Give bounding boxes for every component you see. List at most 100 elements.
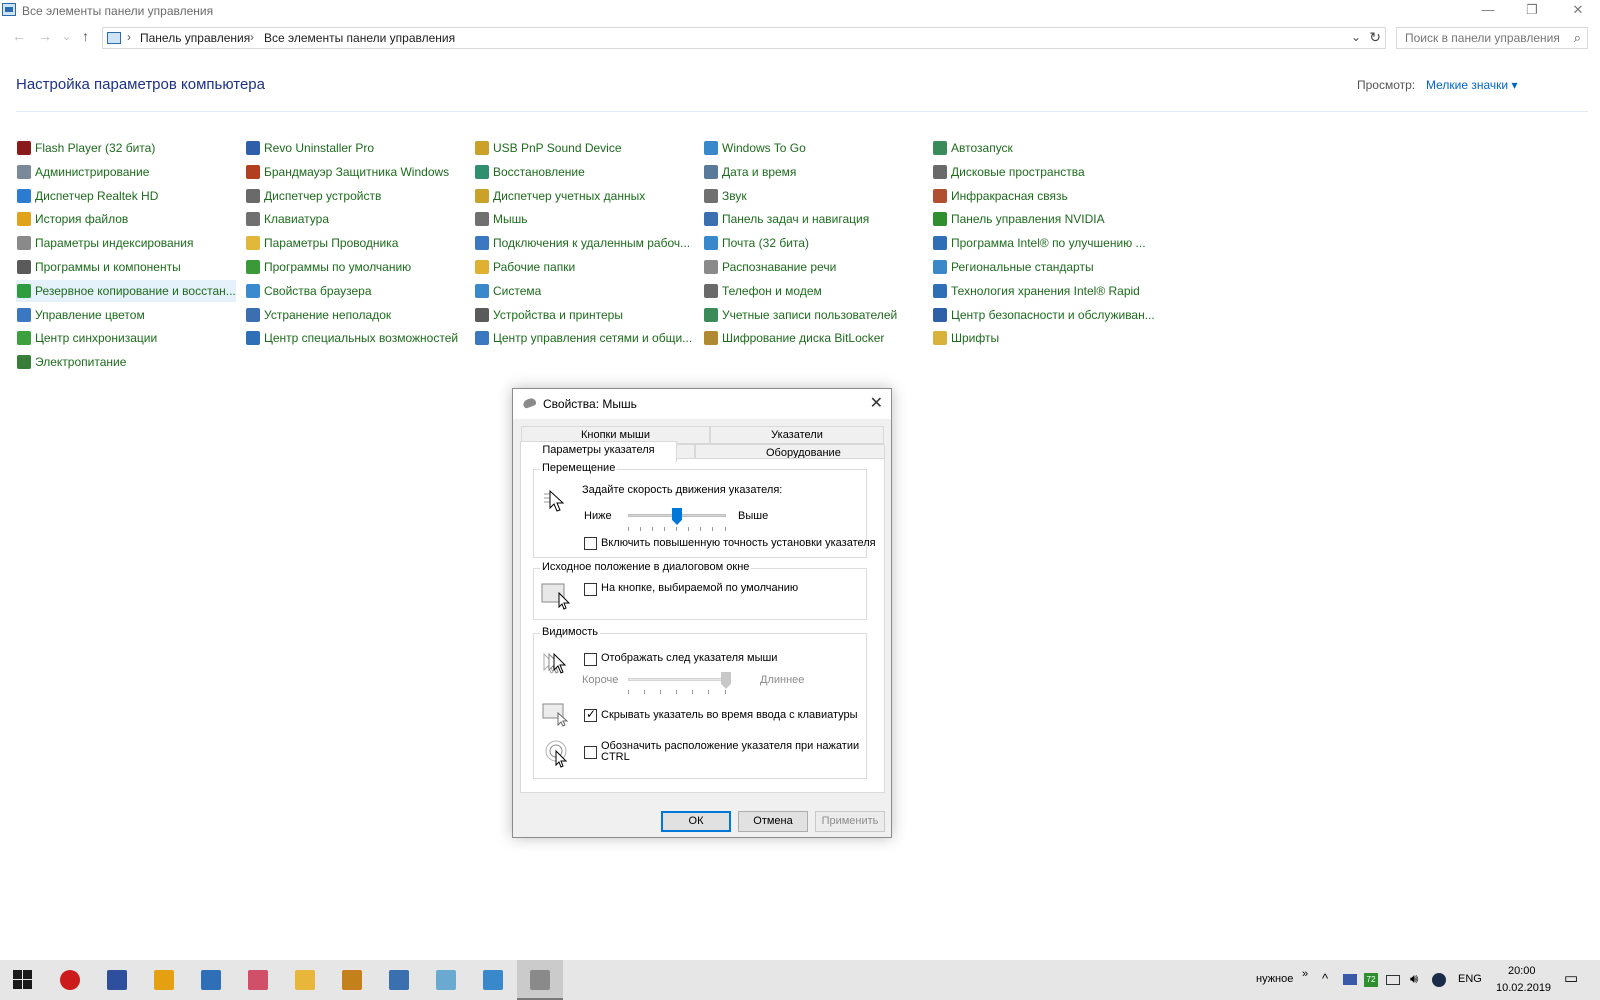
view-mode-dropdown[interactable]: Мелкие значки ▾	[1426, 78, 1517, 92]
control-panel-item[interactable]: Брандмауэр Защитника Windows	[245, 161, 465, 183]
taskbar-opera-button[interactable]	[47, 960, 93, 1000]
control-panel-item[interactable]: Дисковые пространства	[932, 161, 1152, 183]
taskbar-paint-button[interactable]	[235, 960, 281, 1000]
taskbar-notepad-button[interactable]	[423, 960, 469, 1000]
pointer-speed-slider[interactable]	[672, 508, 682, 525]
trails-length-slider[interactable]	[721, 672, 731, 689]
control-panel-item[interactable]: Управление цветом	[16, 304, 236, 326]
close-button[interactable]: ✕	[1556, 0, 1600, 22]
control-panel-item[interactable]: Revo Uninstaller Pro	[245, 137, 465, 159]
notifications-icon[interactable]: ▭	[1564, 969, 1578, 987]
refresh-button[interactable]: ↻	[1369, 29, 1381, 46]
apply-button[interactable]: Применить	[815, 811, 885, 832]
control-panel-item[interactable]: USB PnP Sound Device	[474, 137, 694, 159]
toolbar-label[interactable]: нужное	[1256, 973, 1293, 985]
control-panel-item[interactable]: Телефон и модем	[703, 280, 923, 302]
control-panel-item[interactable]: Администрирование	[16, 161, 236, 183]
control-panel-item[interactable]: Программы и компоненты	[16, 256, 236, 278]
taskbar-control-panel-button[interactable]	[470, 960, 516, 1000]
control-panel-item[interactable]: Резервное копирование и восстан...	[16, 279, 236, 302]
steam-icon[interactable]	[1432, 973, 1446, 987]
control-panel-item[interactable]: Мышь	[474, 208, 694, 230]
forward-button[interactable]: →	[38, 28, 52, 44]
control-panel-item[interactable]: Центр управления сетями и общи...	[474, 327, 694, 349]
volume-icon[interactable]: 🔊︎	[1410, 971, 1418, 987]
search-box[interactable]: ⌕	[1396, 27, 1588, 49]
address-dropdown-button[interactable]: ⌄	[1351, 30, 1361, 44]
snap-to-label[interactable]: На кнопке, выбираемой по умолчанию	[601, 582, 798, 594]
control-panel-item[interactable]: Центр синхронизации	[16, 327, 236, 349]
control-panel-item[interactable]: Региональные стандарты	[932, 256, 1152, 278]
breadcrumb-control-panel[interactable]: Панель управления	[140, 31, 250, 45]
control-panel-item[interactable]: Программа Intel® по улучшению ...	[932, 232, 1152, 254]
taskbar-explorer-button[interactable]	[282, 960, 328, 1000]
show-hidden-icons-button[interactable]: ^	[1322, 971, 1328, 986]
tab-pointers[interactable]: Указатели	[710, 426, 884, 444]
taskbar-save-button[interactable]	[94, 960, 140, 1000]
pointer-trails-label[interactable]: Отображать след указателя мыши	[601, 652, 777, 664]
control-panel-item[interactable]: Восстановление	[474, 161, 694, 183]
control-panel-item[interactable]: Панель задач и навигация	[703, 208, 923, 230]
tab-pointer-options[interactable]: Параметры указателя	[520, 441, 677, 462]
control-panel-item[interactable]: Система	[474, 280, 694, 302]
breadcrumb-all-items[interactable]: Все элементы панели управления	[264, 31, 455, 45]
up-button[interactable]: ↑	[82, 28, 89, 44]
control-panel-item[interactable]: Диспетчер Realtek HD	[16, 185, 236, 207]
control-panel-item[interactable]: Автозапуск	[932, 137, 1152, 159]
taskbar-cs-button[interactable]	[329, 960, 375, 1000]
control-panel-item[interactable]: Клавиатура	[245, 208, 465, 230]
control-panel-item[interactable]: Windows To Go	[703, 137, 923, 159]
network-icon[interactable]	[1386, 975, 1400, 985]
control-panel-item[interactable]: Электропитание	[16, 351, 236, 373]
hide-pointer-checkbox[interactable]	[584, 707, 597, 722]
control-panel-item[interactable]: Инфракрасная связь	[932, 185, 1152, 207]
control-panel-item[interactable]: Центр специальных возможностей	[245, 327, 465, 349]
toolbar-chevron-icon[interactable]: »	[1302, 968, 1308, 980]
minimize-button[interactable]: —	[1466, 0, 1510, 22]
control-panel-item[interactable]: Дата и время	[703, 161, 923, 183]
control-panel-item[interactable]: Свойства браузера	[245, 280, 465, 302]
cancel-button[interactable]: Отмена	[738, 811, 808, 832]
control-panel-item[interactable]: Распознавание речи	[703, 256, 923, 278]
precision-checkbox[interactable]	[584, 537, 597, 550]
clock-date[interactable]: 10.02.2019	[1496, 982, 1551, 994]
taskbar-mouse-button[interactable]	[517, 960, 563, 1000]
show-location-checkbox[interactable]	[584, 746, 597, 759]
control-panel-item[interactable]: Устранение неполадок	[245, 304, 465, 326]
show-location-label-ctrl[interactable]: CTRL	[601, 751, 630, 763]
control-panel-item[interactable]: Параметры Проводника	[245, 232, 465, 254]
control-panel-item[interactable]: Программы по умолчанию	[245, 256, 465, 278]
control-panel-item[interactable]: Центр безопасности и обслуживан...	[932, 304, 1155, 326]
taskbar-start-button[interactable]	[0, 960, 46, 1000]
restore-button[interactable]: ❐	[1510, 0, 1554, 22]
pointer-trails-checkbox[interactable]	[584, 653, 597, 666]
precision-label[interactable]: Включить повышенную точность установки у…	[601, 537, 876, 549]
control-panel-item[interactable]: История файлов	[16, 208, 236, 230]
search-input[interactable]	[1405, 31, 1565, 45]
control-panel-item[interactable]: Звук	[703, 185, 923, 207]
hide-pointer-label[interactable]: Скрывать указатель во время ввода с клав…	[601, 709, 858, 721]
control-panel-item[interactable]: Диспетчер учетных данных	[474, 185, 694, 207]
back-button[interactable]: ←	[12, 28, 26, 44]
control-panel-item[interactable]: Шифрование диска BitLocker	[703, 327, 923, 349]
taskbar-store-button[interactable]	[188, 960, 234, 1000]
taskbar-winamp-button[interactable]	[141, 960, 187, 1000]
control-panel-item[interactable]: Шрифты	[932, 327, 1152, 349]
control-panel-item[interactable]: Панель управления NVIDIA	[932, 208, 1152, 230]
recent-locations-button[interactable]: ⌄	[62, 30, 71, 43]
taskbar-mail-button[interactable]	[376, 960, 422, 1000]
control-panel-item[interactable]: Рабочие папки	[474, 256, 694, 278]
clock-time[interactable]: 20:00	[1508, 965, 1536, 977]
gpu-temp-badge[interactable]: 72	[1364, 973, 1378, 987]
show-location-label[interactable]: Обозначить расположение указателя при на…	[601, 740, 859, 752]
snap-to-checkbox[interactable]	[584, 583, 597, 596]
control-panel-item[interactable]: Технология хранения Intel® Rapid	[932, 280, 1152, 302]
language-indicator[interactable]: ENG	[1458, 973, 1482, 985]
ok-button[interactable]: ОК	[661, 811, 731, 832]
control-panel-item[interactable]: Параметры индексирования	[16, 232, 236, 254]
control-panel-item[interactable]: Почта (32 бита)	[703, 232, 923, 254]
search-icon[interactable]: ⌕	[1574, 30, 1581, 46]
address-bar[interactable]: › Панель управления › Все элементы панел…	[102, 27, 1386, 49]
control-panel-item[interactable]: Подключения к удаленным рабоч...	[474, 232, 694, 254]
control-panel-item[interactable]: Устройства и принтеры	[474, 304, 694, 326]
